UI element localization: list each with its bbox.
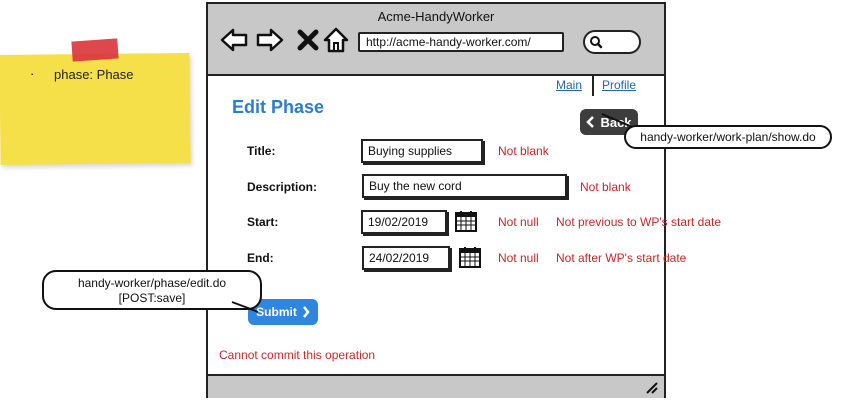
end-error-not-null: Not null: [498, 251, 539, 265]
submit-target-callout: handy-worker/phase/edit.do [POST:save]: [42, 270, 262, 310]
description-error-not-blank: Not blank: [580, 180, 631, 194]
home-icon[interactable]: [322, 26, 350, 54]
callout-pointer: [231, 301, 259, 313]
chevron-left-icon: [586, 116, 595, 128]
status-bar: [208, 374, 664, 398]
url-bar[interactable]: http://acme-handy-worker.com/: [358, 32, 564, 52]
title-label: Title:: [247, 144, 276, 158]
end-error-wp-date: Not after WP's start date: [556, 251, 687, 265]
calendar-icon[interactable]: [459, 246, 481, 268]
calendar-icon[interactable]: [455, 210, 477, 232]
page-title: Edit Phase: [232, 97, 325, 117]
submit-target-method: [POST:save]: [118, 291, 186, 305]
submit-button-label: Submit: [256, 305, 297, 319]
search-input[interactable]: [583, 30, 641, 54]
browser-toolbar: Acme-HandyWorker http://acme-handy-worke…: [208, 4, 664, 76]
start-date-field[interactable]: 19/02/2019: [361, 210, 447, 234]
main-link[interactable]: Main: [556, 78, 582, 92]
end-label: End:: [247, 251, 274, 265]
resize-grip-icon[interactable]: [644, 380, 658, 394]
start-error-wp-date: Not previous to WP's start date: [556, 215, 722, 229]
browser-window: Acme-HandyWorker http://acme-handy-worke…: [206, 2, 666, 398]
window-title: Acme-HandyWorker: [377, 9, 495, 24]
commit-error-message: Cannot commit this operation: [219, 348, 376, 362]
search-icon: [590, 36, 603, 49]
profile-link[interactable]: Profile: [602, 78, 636, 92]
sticky-bullet: ·: [30, 66, 35, 81]
link-separator: [592, 76, 594, 96]
title-field[interactable]: Buying supplies: [361, 139, 483, 163]
back-target-callout: handy-worker/work-plan/show.do: [624, 125, 832, 149]
sticky-note-text: phase: Phase: [54, 67, 134, 82]
description-field[interactable]: Buy the new cord: [362, 174, 567, 198]
submit-target-url: handy-worker/phase/edit.do: [77, 276, 227, 290]
start-error-not-null: Not null: [498, 215, 539, 229]
title-error-not-blank: Not blank: [498, 144, 549, 158]
close-icon[interactable]: [294, 26, 322, 54]
forward-arrow-icon[interactable]: [256, 26, 284, 54]
start-label: Start:: [247, 215, 279, 229]
description-label: Description:: [247, 180, 318, 194]
sticky-tape: [71, 38, 119, 62]
chevron-right-icon: [302, 306, 310, 318]
end-date-field[interactable]: 24/02/2019: [362, 246, 450, 270]
back-arrow-icon[interactable]: [220, 26, 248, 54]
